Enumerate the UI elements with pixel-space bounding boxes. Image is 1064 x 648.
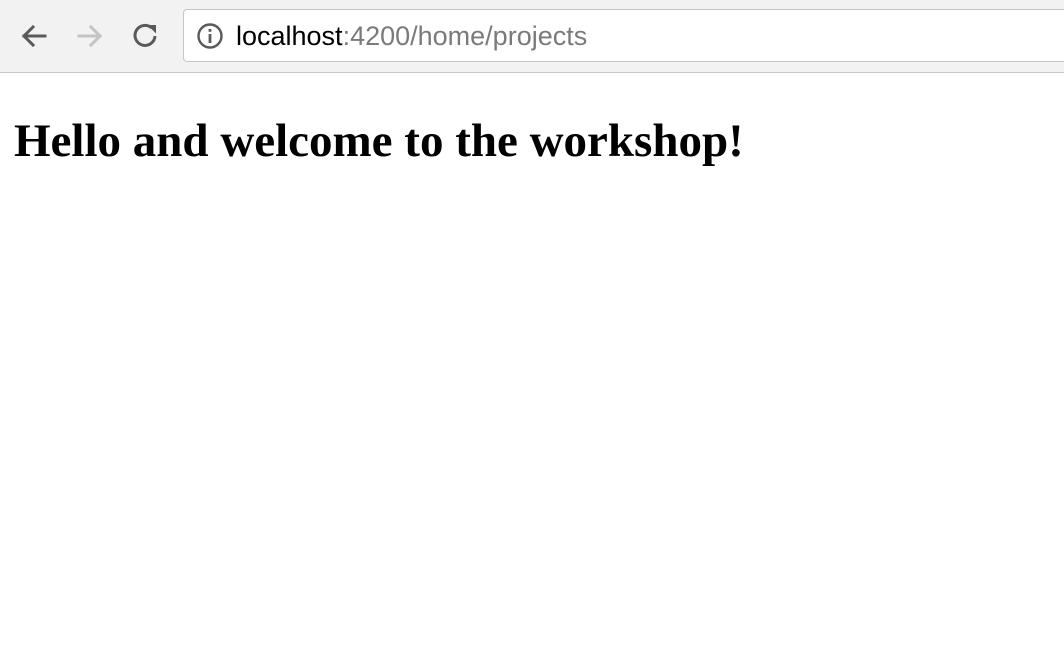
- back-arrow-icon: [21, 24, 47, 48]
- address-bar[interactable]: localhost:4200/home/projects: [183, 9, 1064, 62]
- url-path: :4200/home/projects: [342, 21, 588, 51]
- forward-button[interactable]: [72, 18, 108, 54]
- forward-arrow-icon: [77, 24, 103, 48]
- reload-button[interactable]: [128, 18, 164, 54]
- page-content: Hello and welcome to the workshop!: [0, 73, 1064, 648]
- info-icon[interactable]: [196, 22, 224, 50]
- url-host: localhost: [236, 21, 343, 51]
- page-heading: Hello and welcome to the workshop!: [14, 115, 744, 167]
- back-button[interactable]: [16, 18, 52, 54]
- url-text[interactable]: localhost:4200/home/projects: [236, 10, 587, 61]
- reload-icon: [133, 23, 157, 47]
- browser-toolbar: localhost:4200/home/projects: [0, 0, 1064, 73]
